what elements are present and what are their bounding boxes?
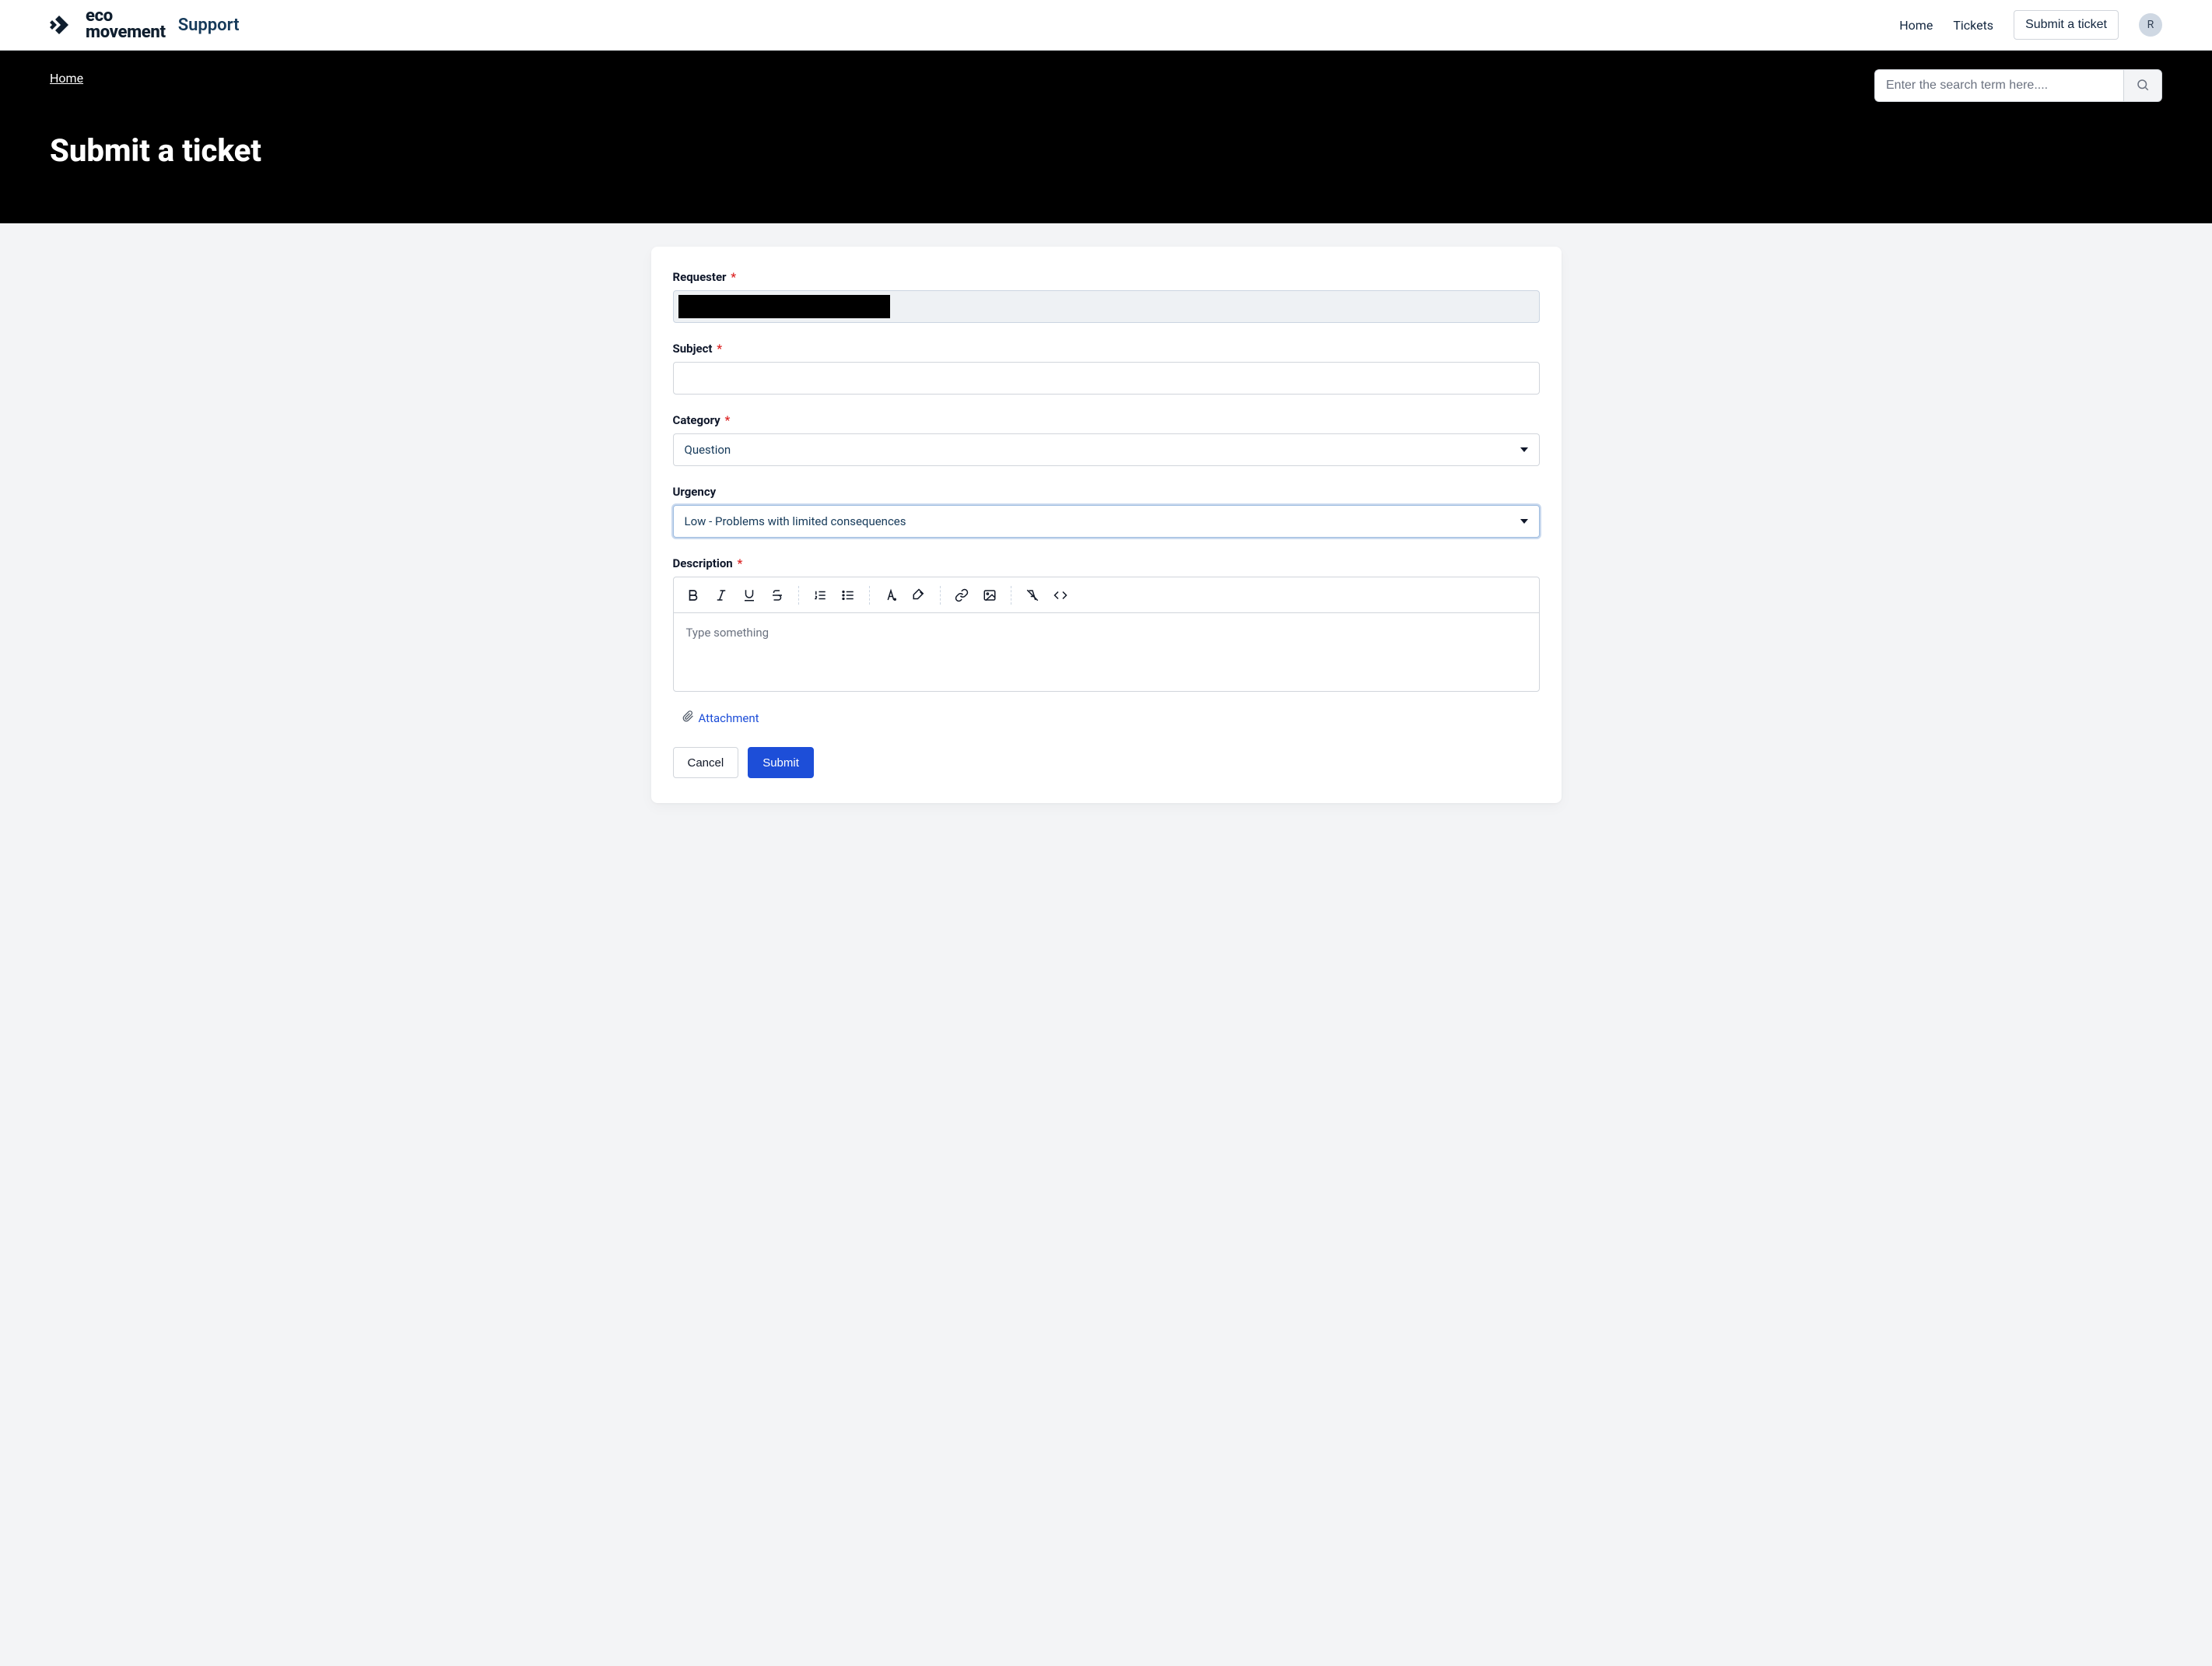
logo[interactable]: eco movement Support (50, 9, 239, 41)
field-description: Description * (673, 556, 1540, 692)
logo-text: eco movement (86, 9, 166, 41)
urgency-label-text: Urgency (673, 485, 717, 499)
chevron-down-icon (1520, 519, 1528, 524)
subject-label-text: Subject (673, 342, 713, 356)
image-button[interactable] (976, 582, 1003, 609)
cancel-button[interactable]: Cancel (673, 747, 739, 778)
site-header: eco movement Support Home Tickets Submit… (0, 0, 2212, 51)
attachment-button[interactable]: Attachment (682, 710, 1540, 725)
ordered-list-button[interactable] (807, 582, 833, 609)
subject-label: Subject * (673, 342, 1540, 356)
paperclip-icon (682, 710, 694, 725)
field-urgency: Urgency Low - Problems with limited cons… (673, 485, 1540, 538)
text-color-button[interactable] (878, 582, 904, 609)
code-button[interactable] (1047, 582, 1074, 609)
bold-button[interactable] (680, 582, 706, 609)
required-mark: * (731, 270, 736, 284)
category-select[interactable]: Question (673, 433, 1540, 466)
nav-submit-button[interactable]: Submit a ticket (2014, 10, 2119, 40)
underline-button[interactable] (736, 582, 762, 609)
required-mark: * (737, 556, 742, 570)
description-label-text: Description (673, 556, 733, 570)
strikethrough-button[interactable] (764, 582, 791, 609)
page-title: Submit a ticket (50, 132, 2162, 169)
subject-input[interactable] (673, 362, 1540, 395)
nav-tickets[interactable]: Tickets (1953, 18, 1993, 33)
hero: Home Submit a ticket (0, 51, 2212, 223)
search-input[interactable] (1874, 69, 2123, 102)
unordered-list-button[interactable] (835, 582, 861, 609)
urgency-value: Low - Problems with limited consequences (685, 514, 906, 528)
urgency-select[interactable]: Low - Problems with limited consequences (673, 505, 1540, 538)
form-actions: Cancel Submit (673, 747, 1540, 778)
requester-input[interactable] (673, 290, 1540, 323)
clear-format-button[interactable] (1019, 582, 1046, 609)
logo-line2: movement (86, 25, 166, 41)
category-label: Category * (673, 413, 1540, 427)
description-label: Description * (673, 556, 1540, 570)
highlight-button[interactable] (906, 582, 932, 609)
link-button[interactable] (948, 582, 975, 609)
requester-label: Requester * (673, 270, 1540, 284)
logo-icon (50, 13, 78, 37)
editor-toolbar (674, 577, 1539, 613)
chevron-down-icon (1520, 447, 1528, 452)
field-requester: Requester * (673, 270, 1540, 323)
required-mark: * (724, 413, 730, 427)
logo-support-text: Support (178, 16, 240, 35)
search-button[interactable] (2123, 69, 2162, 102)
breadcrumb-home[interactable]: Home (50, 71, 83, 86)
ticket-form-card: Requester * Subject * Category * Questio… (651, 247, 1562, 803)
rich-editor: Type something (673, 577, 1540, 692)
toolbar-separator (798, 586, 799, 605)
nav-home[interactable]: Home (1899, 18, 1933, 33)
requester-value-redacted (678, 295, 890, 318)
urgency-label: Urgency (673, 485, 1540, 499)
search-icon (2136, 78, 2150, 94)
field-category: Category * Question (673, 413, 1540, 466)
italic-button[interactable] (708, 582, 734, 609)
required-mark: * (717, 342, 722, 356)
toolbar-separator (940, 586, 941, 605)
toolbar-separator (869, 586, 870, 605)
description-input[interactable]: Type something (674, 613, 1539, 691)
avatar[interactable]: R (2139, 13, 2162, 37)
category-label-text: Category (673, 413, 720, 427)
attachment-label: Attachment (699, 711, 759, 725)
category-value: Question (685, 443, 731, 457)
field-subject: Subject * (673, 342, 1540, 395)
top-nav: Home Tickets Submit a ticket R (1899, 10, 2162, 40)
search (1874, 69, 2162, 102)
requester-label-text: Requester (673, 270, 727, 284)
submit-button[interactable]: Submit (748, 747, 814, 778)
